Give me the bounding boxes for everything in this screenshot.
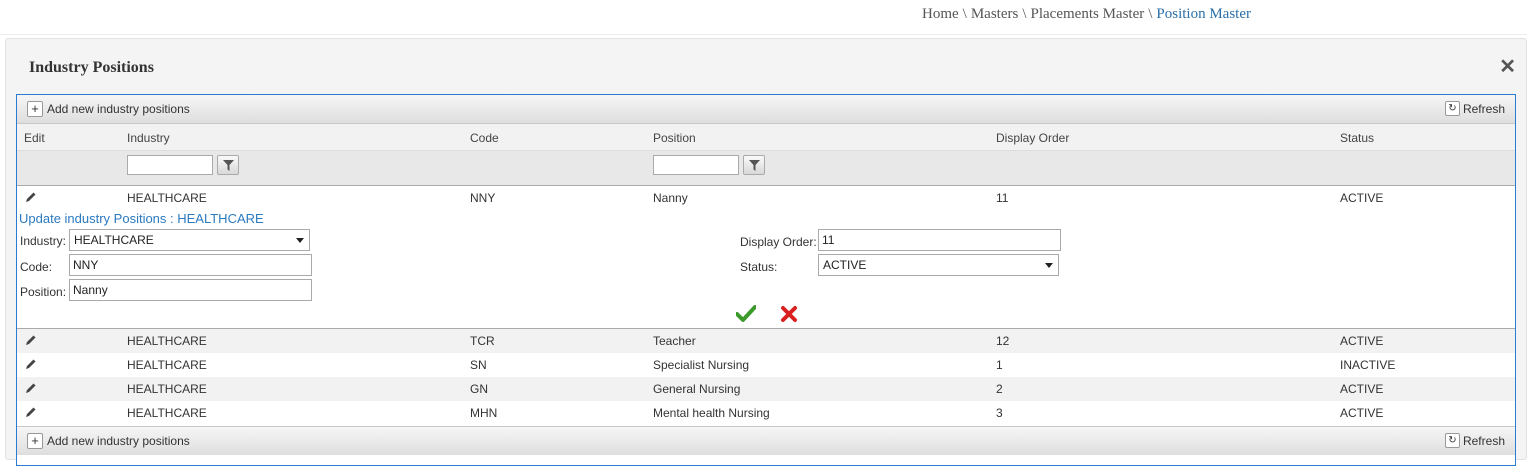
cell-display-order: 1 bbox=[996, 358, 1003, 372]
position-field[interactable] bbox=[69, 279, 312, 301]
breadcrumb-home[interactable]: Home bbox=[922, 6, 959, 22]
edit-form: Update industry Positions : HEALTHCARE I… bbox=[17, 209, 1515, 329]
pencil-icon[interactable] bbox=[25, 406, 37, 421]
x-cancel-icon bbox=[781, 306, 797, 322]
chevron-down-icon bbox=[296, 238, 304, 243]
column-header-position[interactable]: Position bbox=[653, 131, 696, 145]
industry-positions-panel: Industry Positions ✕ + Add new industry … bbox=[5, 38, 1527, 466]
column-header-industry[interactable]: Industry bbox=[127, 131, 170, 145]
column-header-display-order[interactable]: Display Order bbox=[996, 131, 1069, 145]
cell-industry: HEALTHCARE bbox=[127, 191, 207, 205]
status-select-value: ACTIVE bbox=[823, 258, 867, 272]
grid-toolbar-top: + Add new industry positions ↻ Refresh bbox=[17, 95, 1515, 124]
grid-toolbar-bottom: + Add new industry positions ↻ Refresh bbox=[17, 426, 1515, 455]
plus-icon: + bbox=[27, 433, 43, 449]
refresh-icon: ↻ bbox=[1444, 101, 1460, 116]
cell-display-order: 11 bbox=[996, 191, 1009, 205]
table-row-editing: HEALTHCARE NNY Nanny 11 ACTIVE bbox=[17, 186, 1515, 210]
cell-industry: HEALTHCARE bbox=[127, 406, 207, 420]
breadcrumb-separator: \ bbox=[1022, 6, 1027, 22]
table-row: HEALTHCARE MHN Mental health Nursing 3 A… bbox=[17, 401, 1515, 425]
filter-icon bbox=[749, 160, 760, 171]
filter-icon bbox=[223, 160, 234, 171]
save-button[interactable] bbox=[735, 305, 757, 326]
add-new-position-button[interactable]: + Add new industry positions bbox=[27, 101, 190, 117]
cell-display-order: 12 bbox=[996, 334, 1010, 348]
cell-code: SN bbox=[470, 358, 487, 372]
industry-select-value: HEALTHCARE bbox=[74, 233, 154, 247]
code-label: Code: bbox=[20, 260, 53, 274]
edit-form-title: Update industry Positions : HEALTHCARE bbox=[19, 211, 264, 226]
plus-icon: + bbox=[27, 101, 43, 117]
column-header-code[interactable]: Code bbox=[470, 131, 499, 145]
position-label: Position: bbox=[20, 285, 67, 299]
table-row: HEALTHCARE GN General Nursing 2 ACTIVE bbox=[17, 377, 1515, 401]
position-filter-button[interactable] bbox=[743, 155, 765, 175]
breadcrumb: Home \ Masters \ Placements Master \ Position … bbox=[922, 6, 1251, 23]
industry-select[interactable]: HEALTHCARE bbox=[69, 229, 310, 251]
cell-display-order: 2 bbox=[996, 382, 1003, 396]
industry-filter-input[interactable] bbox=[127, 155, 213, 175]
refresh-label: Refresh bbox=[1462, 433, 1505, 448]
column-header-status[interactable]: Status bbox=[1340, 131, 1374, 145]
refresh-button[interactable]: ↻ Refresh bbox=[1444, 101, 1505, 116]
display-order-label: Display Order: bbox=[740, 235, 817, 249]
refresh-label: Refresh bbox=[1462, 101, 1505, 116]
refresh-icon: ↻ bbox=[1444, 433, 1460, 448]
cell-position: Mental health Nursing bbox=[653, 406, 770, 420]
status-label: Status: bbox=[740, 260, 778, 274]
cell-position: General Nursing bbox=[653, 382, 741, 396]
cell-status: ACTIVE bbox=[1340, 406, 1384, 420]
breadcrumb-masters[interactable]: Masters bbox=[971, 6, 1019, 22]
code-field[interactable] bbox=[69, 254, 312, 276]
breadcrumb-separator: \ bbox=[1148, 6, 1153, 22]
add-new-position-label: Add new industry positions bbox=[47, 434, 190, 448]
cell-position: Nanny bbox=[653, 191, 688, 205]
breadcrumb-current: Position Master bbox=[1156, 6, 1251, 22]
status-select[interactable]: ACTIVE bbox=[818, 254, 1059, 276]
column-header-edit: Edit bbox=[24, 131, 45, 145]
filter-row bbox=[17, 151, 1515, 186]
cell-display-order: 3 bbox=[996, 406, 1003, 420]
page-title: Industry Positions bbox=[29, 59, 154, 76]
pencil-icon[interactable] bbox=[25, 382, 37, 397]
add-new-position-label: Add new industry positions bbox=[47, 102, 190, 116]
cell-industry: HEALTHCARE bbox=[127, 334, 207, 348]
divider bbox=[0, 34, 1527, 35]
cell-industry: HEALTHCARE bbox=[127, 382, 207, 396]
cell-code: NNY bbox=[470, 191, 496, 205]
add-new-position-button[interactable]: + Add new industry positions bbox=[27, 433, 190, 449]
cell-code: MHN bbox=[470, 406, 498, 420]
refresh-button[interactable]: ↻ Refresh bbox=[1444, 433, 1505, 448]
position-filter-input[interactable] bbox=[653, 155, 739, 175]
cell-status: ACTIVE bbox=[1340, 334, 1384, 348]
cell-status: INACTIVE bbox=[1340, 358, 1396, 372]
positions-grid: + Add new industry positions ↻ Refresh E… bbox=[16, 94, 1516, 466]
cell-position: Specialist Nursing bbox=[653, 358, 750, 372]
cell-industry: HEALTHCARE bbox=[127, 358, 207, 372]
checkmark-icon bbox=[735, 305, 757, 322]
cell-status: ACTIVE bbox=[1340, 382, 1384, 396]
pencil-icon[interactable] bbox=[25, 191, 37, 206]
industry-filter-button[interactable] bbox=[217, 155, 239, 175]
breadcrumb-separator: \ bbox=[962, 6, 967, 22]
breadcrumb-placements-master[interactable]: Placements Master bbox=[1031, 6, 1145, 22]
pencil-icon[interactable] bbox=[25, 334, 37, 349]
close-icon[interactable]: ✕ bbox=[1499, 57, 1516, 77]
cell-code: GN bbox=[470, 382, 488, 396]
display-order-field[interactable] bbox=[818, 229, 1061, 251]
grid-header: Edit Industry Code Position Display Orde… bbox=[17, 124, 1515, 151]
pencil-icon[interactable] bbox=[25, 358, 37, 373]
cancel-button[interactable] bbox=[780, 305, 798, 326]
industry-label: Industry: bbox=[20, 234, 67, 248]
chevron-down-icon bbox=[1045, 263, 1053, 268]
table-row: HEALTHCARE SN Specialist Nursing 1 INACT… bbox=[17, 353, 1515, 377]
cell-position: Teacher bbox=[653, 334, 696, 348]
table-row: HEALTHCARE TCR Teacher 12 ACTIVE bbox=[17, 329, 1515, 353]
cell-code: TCR bbox=[470, 334, 495, 348]
cell-status: ACTIVE bbox=[1340, 191, 1384, 205]
